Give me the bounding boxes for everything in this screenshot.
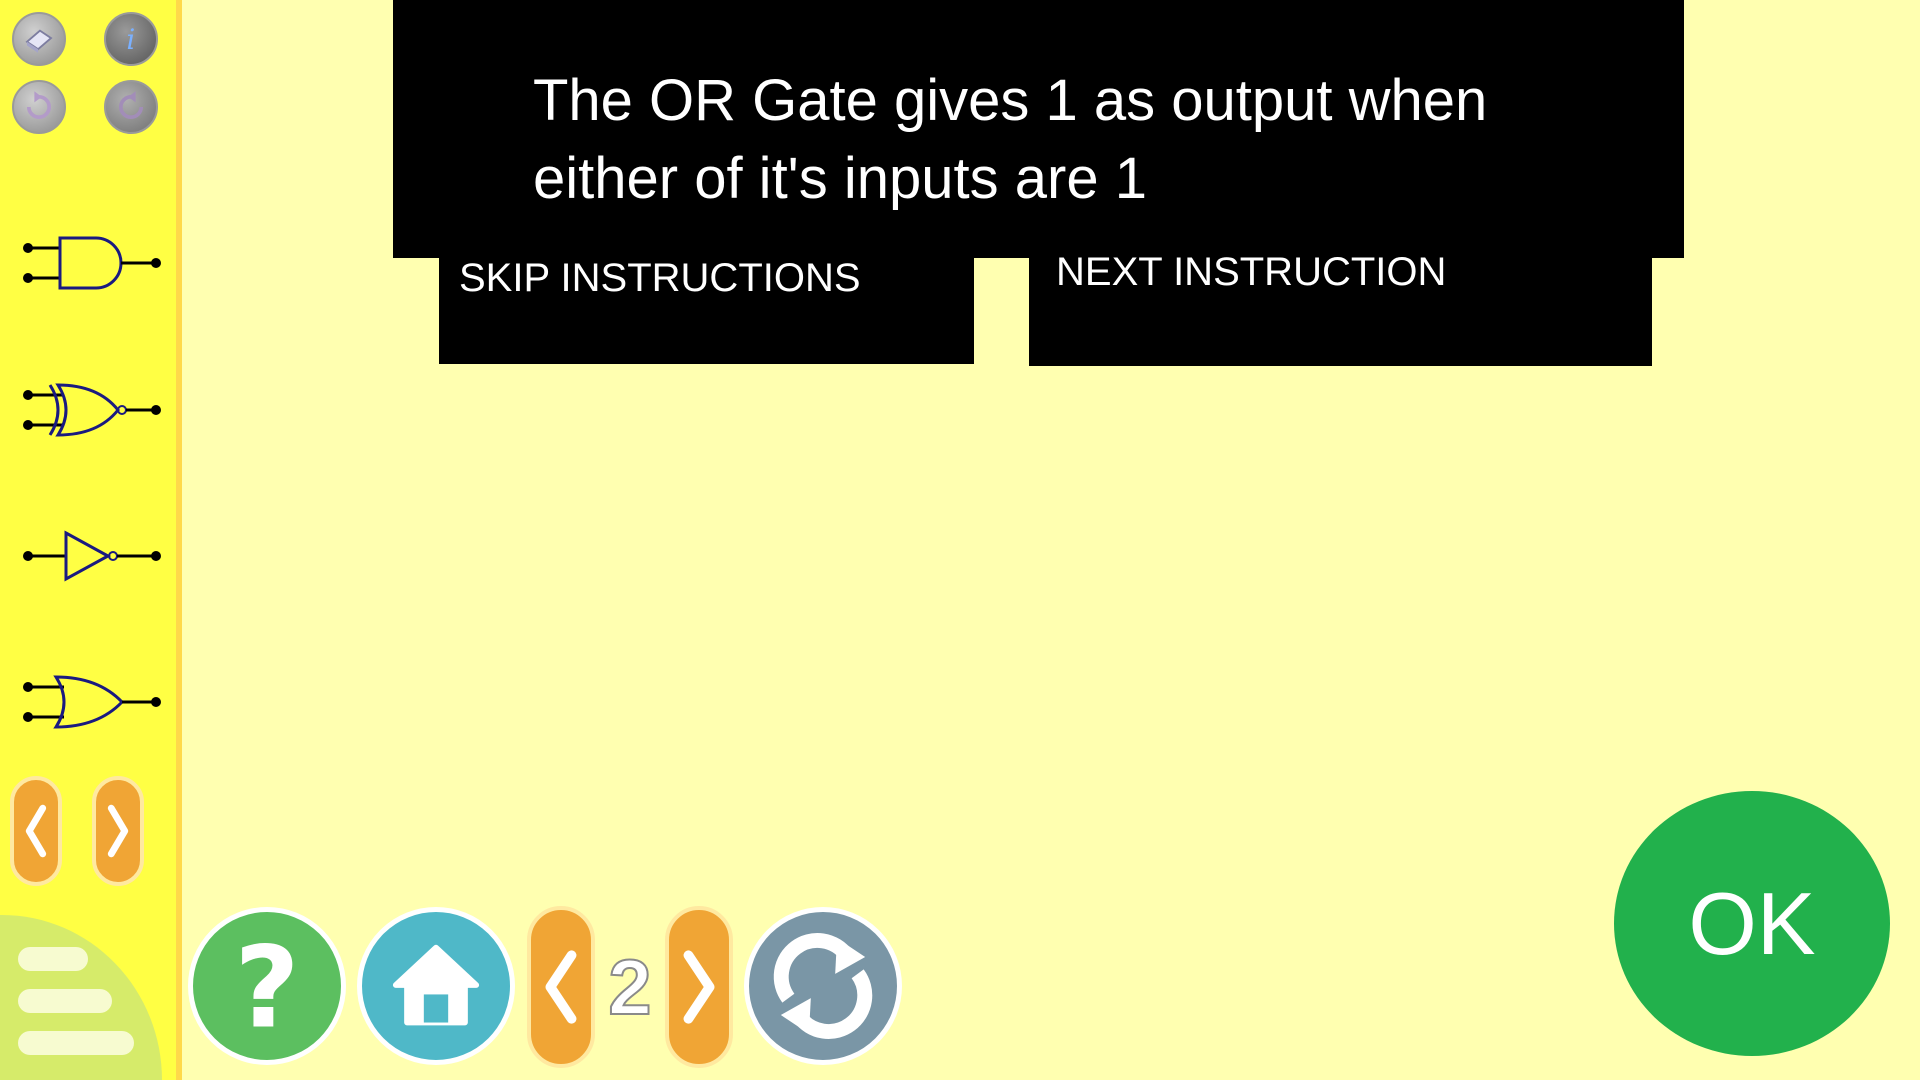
home-button[interactable] [357, 907, 515, 1065]
level-next-button[interactable] [665, 906, 733, 1068]
tools-next-button[interactable] [92, 776, 144, 886]
svg-text:i: i [126, 23, 135, 56]
instruction-panel: The OR Gate gives 1 as output when eithe… [393, 0, 1684, 258]
menu-icon-line [18, 989, 112, 1013]
not-gate-icon [23, 530, 161, 582]
svg-text:?: ? [234, 922, 299, 1053]
xor-gate-icon [23, 383, 161, 437]
next-instruction-button[interactable]: NEXT INSTRUCTION [1029, 250, 1652, 366]
ok-label: OK [1688, 873, 1816, 973]
next-instruction-label: NEXT INSTRUCTION [1056, 250, 1447, 294]
eraser-icon[interactable] [12, 12, 66, 66]
chevron-right-icon [107, 804, 129, 858]
redo-icon[interactable] [104, 80, 158, 134]
level-number: 2 [607, 942, 652, 1032]
or-gate-icon [23, 675, 161, 729]
question-mark-icon: ? [234, 922, 299, 1053]
chevron-right-icon [683, 950, 715, 1024]
or-gate-tool[interactable] [18, 667, 166, 737]
skip-instructions-button[interactable]: SKIP INSTRUCTIONS [439, 250, 974, 364]
ok-button[interactable]: OK [1614, 791, 1890, 1056]
info-icon[interactable]: i [104, 12, 158, 66]
reload-button[interactable] [744, 907, 902, 1065]
menu-icon-line [18, 1031, 134, 1055]
undo-icon[interactable] [12, 80, 66, 134]
menu-icon [18, 947, 88, 971]
level-prev-button[interactable] [527, 906, 595, 1068]
tools-prev-button[interactable] [10, 776, 62, 886]
help-button[interactable]: ? [188, 907, 346, 1065]
chevron-left-icon [545, 950, 577, 1024]
reload-icon [773, 932, 873, 1040]
sidebar: i [0, 0, 182, 1080]
home-icon [392, 944, 480, 1026]
skip-instructions-label: SKIP INSTRUCTIONS [459, 256, 861, 300]
instruction-text: The OR Gate gives 1 as output when eithe… [533, 68, 1488, 211]
chevron-left-icon [25, 804, 47, 858]
not-gate-tool[interactable] [18, 521, 166, 591]
menu-button[interactable] [0, 915, 162, 1080]
and-gate-tool[interactable] [18, 228, 166, 298]
xor-gate-tool[interactable] [18, 375, 166, 445]
and-gate-icon [23, 236, 161, 290]
